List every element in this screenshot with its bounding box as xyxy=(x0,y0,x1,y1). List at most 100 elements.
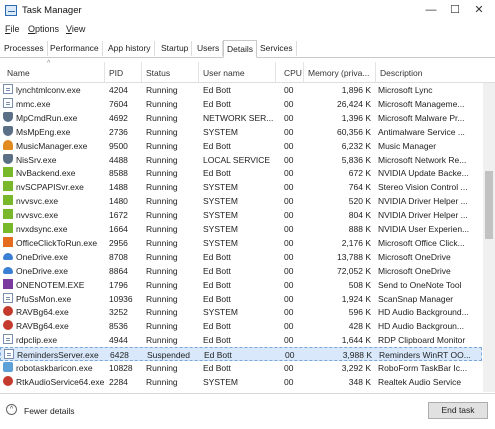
menu-view[interactable]: View xyxy=(66,24,85,34)
tab-users[interactable]: Users xyxy=(194,41,224,56)
cell-cpu: 00 xyxy=(284,98,294,109)
cell-description: Microsoft OneDrive xyxy=(378,265,451,276)
doc-icon xyxy=(4,349,14,360)
table-row[interactable]: rdpclip.exe 4944 Running Ed Bott 00 1,644 K RD… xyxy=(0,333,482,347)
table-row[interactable]: lynchtmlconv.exe 4204 Running Ed Bott 00 1,89… xyxy=(0,83,482,97)
cell-description: Reminders WinRT OO... xyxy=(379,350,471,361)
fewer-details-link[interactable]: Fewer details xyxy=(24,406,75,416)
col-cpu[interactable]: CPU xyxy=(284,68,302,78)
cell-description: HD Audio Backgroun... xyxy=(378,321,464,332)
cell-user-name: Ed Bott xyxy=(203,279,231,290)
cell-cpu: 00 xyxy=(284,140,294,151)
table-row[interactable]: RAVBg64.exe 8536 Running Ed Bott 00 428 K HD A… xyxy=(0,319,482,333)
cell-description: Antimalware Service ... xyxy=(378,126,465,137)
cell-memory: 1,896 K xyxy=(341,85,371,95)
speaker-icon xyxy=(3,320,13,331)
end-task-button[interactable]: End task xyxy=(428,402,488,419)
cell-pid: 1672 xyxy=(109,210,128,221)
cell-pid: 9500 xyxy=(109,140,128,151)
cell-description: Microsoft Lync xyxy=(378,85,433,95)
table-row[interactable]: NvBackend.exe 8588 Running Ed Bott 00 672 K NV… xyxy=(0,166,482,180)
cell-user-name: Ed Bott xyxy=(203,363,231,373)
column-divider[interactable] xyxy=(303,62,304,82)
cell-memory: 428 K xyxy=(348,321,371,332)
table-row[interactable]: mmc.exe 7604 Running Ed Bott 00 26,424 K Micro… xyxy=(0,97,482,111)
cell-user-name: SYSTEM xyxy=(203,126,238,137)
table-row[interactable]: nvxdsync.exe 1664 Running SYSTEM 00 888 K NVID… xyxy=(0,222,482,236)
cell-cpu: 00 xyxy=(284,126,294,137)
minimize-button[interactable]: — xyxy=(420,2,442,18)
menu-file[interactable]: File xyxy=(5,24,20,34)
column-divider[interactable] xyxy=(375,62,376,82)
nvidia-icon xyxy=(3,195,13,206)
cell-user-name: NETWORK SER... xyxy=(203,112,273,123)
cell-user-name: Ed Bott xyxy=(204,350,232,361)
col-status[interactable]: Status xyxy=(146,68,170,78)
robot-icon xyxy=(3,362,13,372)
vertical-scrollbar[interactable] xyxy=(483,83,495,392)
table-row[interactable]: nvvsvc.exe 1480 Running SYSTEM 00 520 K NVIDIA… xyxy=(0,194,482,208)
cell-cpu: 00 xyxy=(284,251,294,262)
column-divider[interactable] xyxy=(141,62,142,82)
table-row[interactable]: PfuSsMon.exe 10936 Running Ed Bott 00 1,924 K… xyxy=(0,292,482,306)
cell-memory: 6,232 K xyxy=(341,140,371,151)
scrollbar-thumb[interactable] xyxy=(485,171,493,239)
tab-startup[interactable]: Startup xyxy=(158,41,193,56)
col-name[interactable]: Name xyxy=(7,68,30,78)
table-row[interactable]: OfficeClickToRun.exe 2956 Running SYSTEM 00 2… xyxy=(0,236,482,250)
tab-app-history[interactable]: App history xyxy=(105,41,155,56)
col-user-name[interactable]: User name xyxy=(203,68,245,78)
col-memory[interactable]: Memory (priva... xyxy=(308,68,369,78)
cell-status: Suspended xyxy=(147,350,191,361)
cell-cpu: 00 xyxy=(284,293,294,304)
cloud-icon xyxy=(3,266,13,274)
column-divider[interactable] xyxy=(275,62,276,82)
cell-pid: 10828 xyxy=(109,363,133,373)
table-row[interactable]: nvSCPAPISvr.exe 1488 Running SYSTEM 00 764 K S… xyxy=(0,180,482,194)
table-row[interactable]: MsMpEng.exe 2736 Running SYSTEM 00 60,356 K An… xyxy=(0,125,482,139)
table-row[interactable]: OneDrive.exe 8864 Running Ed Bott 00 72,052 K… xyxy=(0,264,482,278)
table-row[interactable]: MusicManager.exe 9500 Running Ed Bott 00 6,23… xyxy=(0,139,482,153)
maximize-button[interactable]: ☐ xyxy=(444,2,466,18)
column-divider[interactable] xyxy=(104,62,105,82)
cell-cpu: 00 xyxy=(284,237,294,248)
cell-status: Running xyxy=(146,321,178,332)
table-row[interactable]: OneDrive.exe 8708 Running Ed Bott 00 13,788 K… xyxy=(0,250,482,264)
close-button[interactable]: ✕ xyxy=(468,2,490,18)
tab-performance[interactable]: Performance xyxy=(47,41,103,56)
table-row[interactable]: nvvsvc.exe 1672 Running SYSTEM 00 804 K NVIDIA… xyxy=(0,208,482,222)
cell-status: Running xyxy=(146,363,178,373)
cell-pid: 1796 xyxy=(109,279,128,290)
tab-details[interactable]: Details xyxy=(223,40,257,58)
table-row[interactable]: RemindersServer.exe 6428 Suspended Ed Bott 0… xyxy=(0,347,482,361)
table-row[interactable]: ONENOTEM.EXE 1796 Running Ed Bott 00 508 K Sen… xyxy=(0,278,482,292)
table-row[interactable]: NisSrv.exe 4488 Running LOCAL SERVICE 00 5,83… xyxy=(0,153,482,167)
nvidia-icon xyxy=(3,167,13,178)
cell-memory: 5,836 K xyxy=(341,154,371,165)
cell-cpu: 00 xyxy=(284,376,294,387)
cell-status: Running xyxy=(146,168,178,179)
cell-status: Running xyxy=(146,293,178,304)
speaker-icon xyxy=(3,375,13,386)
table-row[interactable]: RtkAudioService64.exe 2284 Running SYSTEM 00… xyxy=(0,375,482,389)
tab-services[interactable]: Services xyxy=(257,41,297,56)
cell-description: NVIDIA Update Backe... xyxy=(378,168,469,179)
table-row[interactable]: robotaskbaricon.exe 10828 Running Ed Bott 00… xyxy=(0,361,482,375)
col-description[interactable]: Description xyxy=(380,68,423,78)
menu-options[interactable]: Options xyxy=(28,24,59,34)
table-row[interactable]: MpCmdRun.exe 4692 Running NETWORK SER... 00 1… xyxy=(0,111,482,125)
cell-description: Microsoft Network Re... xyxy=(378,154,467,165)
cell-pid: 2284 xyxy=(109,376,128,387)
cell-status: Running xyxy=(146,126,178,137)
cell-user-name: SYSTEM xyxy=(203,237,238,248)
cell-memory: 508 K xyxy=(348,279,371,290)
cell-name: lynchtmlconv.exe xyxy=(16,85,81,95)
tab-processes[interactable]: Processes xyxy=(1,41,48,56)
cell-user-name: Ed Bott xyxy=(203,140,231,151)
table-row[interactable]: RAVBg64.exe 3252 Running SYSTEM 00 596 K HD Au… xyxy=(0,305,482,319)
column-divider[interactable] xyxy=(198,62,199,82)
chevron-up-icon[interactable]: ^ xyxy=(6,404,17,415)
cell-memory: 13,788 K xyxy=(336,251,371,262)
col-pid[interactable]: PID xyxy=(109,68,123,78)
cell-memory: 672 K xyxy=(348,168,371,179)
